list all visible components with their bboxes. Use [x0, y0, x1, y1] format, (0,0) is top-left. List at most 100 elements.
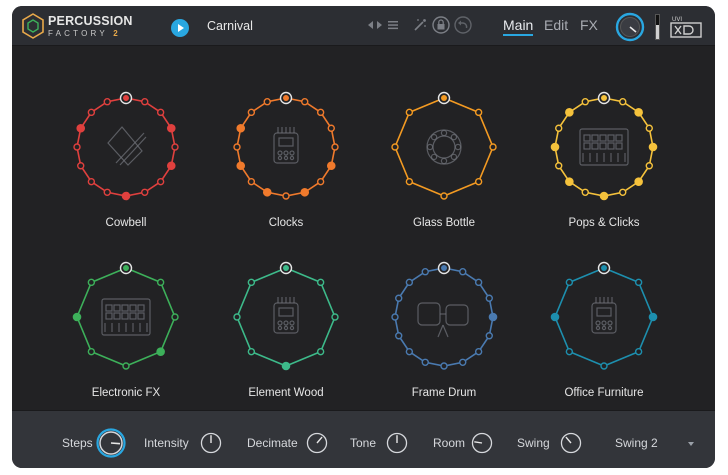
step-dot[interactable] — [233, 143, 241, 151]
step-dot[interactable] — [281, 361, 291, 371]
steps-knob[interactable] — [96, 428, 126, 458]
pad-pops-clicks[interactable]: Pops & Clicks — [539, 77, 669, 247]
pad-element-wood[interactable]: Element Wood — [221, 247, 351, 417]
step-ring[interactable] — [379, 77, 509, 217]
step-dot[interactable] — [316, 177, 325, 186]
step-dot[interactable] — [634, 108, 643, 117]
step-dot[interactable] — [331, 143, 339, 151]
step-dot[interactable] — [316, 108, 325, 117]
step-dot[interactable] — [121, 191, 131, 201]
step-dot[interactable] — [77, 162, 85, 170]
step-dot[interactable] — [634, 347, 643, 356]
step-dot[interactable] — [440, 362, 448, 370]
step-dot[interactable] — [301, 98, 309, 106]
step-dot[interactable] — [550, 142, 560, 152]
step-dot[interactable] — [300, 187, 310, 197]
step-dot[interactable] — [634, 278, 643, 287]
step-dot[interactable] — [331, 313, 339, 321]
tone-knob[interactable] — [384, 430, 410, 456]
chevron-down-icon[interactable] — [688, 442, 694, 446]
magic-wand-icon[interactable] — [412, 17, 428, 33]
step-dot[interactable] — [581, 98, 589, 106]
step-dot[interactable] — [459, 358, 467, 366]
step-dot[interactable] — [550, 312, 560, 322]
step-dot[interactable] — [440, 192, 448, 200]
step-dot[interactable] — [87, 108, 96, 117]
step-dot[interactable] — [247, 177, 256, 186]
undo-icon[interactable] — [454, 16, 472, 34]
step-dot[interactable] — [474, 177, 483, 186]
menu-icon[interactable] — [388, 20, 398, 30]
step-dot[interactable] — [459, 268, 467, 276]
step-dot[interactable] — [316, 347, 325, 356]
step-dot[interactable] — [488, 312, 498, 322]
step-dot[interactable] — [236, 123, 246, 133]
step-dot[interactable] — [156, 108, 165, 117]
step-dot[interactable] — [645, 124, 653, 132]
step-ring[interactable] — [221, 77, 351, 217]
step-ring[interactable] — [61, 247, 191, 387]
step-dot[interactable] — [555, 124, 563, 132]
step-ring[interactable] — [539, 247, 669, 387]
step-dot[interactable] — [103, 98, 111, 106]
pad-cowbell[interactable]: Cowbell — [61, 77, 191, 247]
step-dot[interactable] — [555, 162, 563, 170]
step-dot[interactable] — [421, 358, 429, 366]
step-dot[interactable] — [405, 347, 414, 356]
pad-frame-drum[interactable]: Frame Drum — [379, 247, 509, 417]
step-dot[interactable] — [156, 177, 165, 186]
tab-fx[interactable]: FX — [580, 17, 598, 33]
step-dot[interactable] — [282, 192, 290, 200]
step-dot[interactable] — [391, 313, 399, 321]
step-dot[interactable] — [645, 162, 653, 170]
step-dot[interactable] — [600, 362, 608, 370]
step-dot[interactable] — [619, 188, 627, 196]
step-dot[interactable] — [634, 177, 643, 186]
step-dot[interactable] — [648, 142, 658, 152]
step-dot[interactable] — [489, 143, 497, 151]
step-dot[interactable] — [565, 278, 574, 287]
step-dot[interactable] — [166, 123, 176, 133]
step-dot[interactable] — [87, 177, 96, 186]
intensity-knob[interactable] — [198, 430, 224, 456]
pad-glass-bottle[interactable]: Glass Bottle — [379, 77, 509, 247]
swing-mode-select[interactable]: Swing 2 — [615, 436, 658, 450]
step-dot[interactable] — [485, 294, 493, 302]
tab-edit[interactable]: Edit — [544, 17, 568, 33]
step-dot[interactable] — [247, 278, 256, 287]
pad-electronic-fx[interactable]: Electronic FX — [61, 247, 191, 417]
step-dot[interactable] — [405, 177, 414, 186]
step-dot[interactable] — [485, 332, 493, 340]
step-dot[interactable] — [76, 123, 86, 133]
step-dot[interactable] — [565, 177, 574, 186]
preset-prev-next-icon[interactable] — [368, 20, 382, 30]
pad-clocks[interactable]: Clocks — [221, 77, 351, 247]
step-dot[interactable] — [263, 98, 271, 106]
step-dot[interactable] — [405, 108, 414, 117]
room-knob[interactable] — [469, 430, 495, 456]
step-dot[interactable] — [405, 278, 414, 287]
step-dot[interactable] — [326, 161, 336, 171]
decimate-knob[interactable] — [304, 430, 330, 456]
step-dot[interactable] — [619, 98, 627, 106]
step-dot[interactable] — [648, 312, 658, 322]
step-dot[interactable] — [156, 278, 165, 287]
step-dot[interactable] — [316, 278, 325, 287]
preset-name[interactable]: Carnival — [207, 19, 253, 33]
step-dot[interactable] — [581, 188, 589, 196]
step-dot[interactable] — [247, 108, 256, 117]
play-button[interactable] — [171, 19, 189, 37]
step-dot[interactable] — [171, 313, 179, 321]
step-dot[interactable] — [474, 108, 483, 117]
tab-main[interactable]: Main — [503, 17, 534, 36]
step-dot[interactable] — [565, 108, 574, 117]
swing-knob[interactable] — [558, 430, 584, 456]
step-ring[interactable] — [221, 247, 351, 387]
lock-icon[interactable] — [432, 16, 450, 34]
step-dot[interactable] — [122, 362, 130, 370]
step-dot[interactable] — [87, 347, 96, 356]
step-dot[interactable] — [87, 278, 96, 287]
step-dot[interactable] — [233, 313, 241, 321]
step-dot[interactable] — [103, 188, 111, 196]
step-ring[interactable] — [539, 77, 669, 217]
